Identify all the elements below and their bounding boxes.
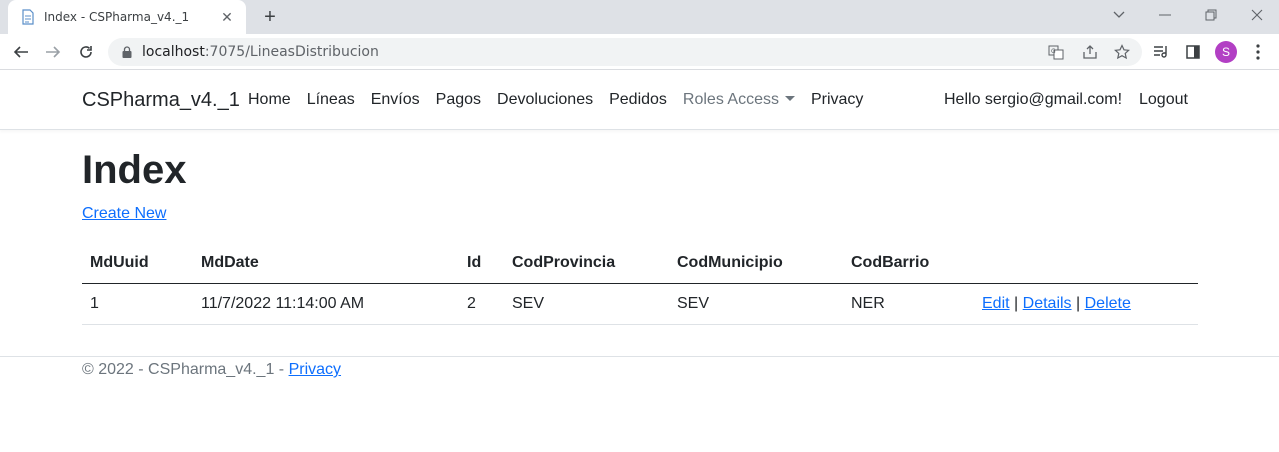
nav-roles-access-dropdown[interactable]: Roles Access xyxy=(683,91,795,109)
new-tab-icon[interactable]: + xyxy=(258,6,282,28)
nav-home[interactable]: Home xyxy=(248,91,291,109)
column-header-codprovincia: CodProvincia xyxy=(504,242,669,284)
svg-text:G: G xyxy=(1051,48,1056,55)
logout-button[interactable]: Logout xyxy=(1139,91,1188,109)
browser-toolbar: localhost:7075/LineasDistribucion G S xyxy=(0,34,1279,70)
close-tab-icon[interactable]: ✕ xyxy=(218,8,236,26)
cell-codbarrio: NER xyxy=(843,283,974,325)
tab-title: Index - CSPharma_v4._1 xyxy=(44,10,190,24)
address-bar[interactable]: localhost:7075/LineasDistribucion G xyxy=(108,38,1142,66)
nav-lineas[interactable]: Líneas xyxy=(307,91,355,109)
nav-privacy[interactable]: Privacy xyxy=(811,91,863,109)
column-header-mduuid: MdUuid xyxy=(82,242,193,284)
action-separator: | xyxy=(1076,294,1081,312)
page-title: Index xyxy=(82,148,187,192)
url-path: :7075/LineasDistribucion xyxy=(204,44,379,60)
nav-pedidos[interactable]: Pedidos xyxy=(609,91,667,109)
brand-link[interactable]: CSPharma_v4._1 xyxy=(82,89,240,112)
column-header-id: Id xyxy=(459,242,504,284)
nav-envios[interactable]: Envíos xyxy=(371,91,420,109)
footer-text: © 2022 - CSPharma_v4._1 - Privacy xyxy=(82,361,341,379)
side-panel-icon[interactable] xyxy=(1181,40,1205,64)
minimize-icon[interactable] xyxy=(1153,4,1177,26)
back-arrow-icon[interactable] xyxy=(9,40,33,64)
url-host: localhost xyxy=(142,44,205,60)
column-header-mddate: MdDate xyxy=(193,242,459,284)
user-greeting-link[interactable]: Hello sergio@gmail.com! xyxy=(944,91,1122,109)
cell-mddate: 11/7/2022 11:14:00 AM xyxy=(193,283,459,325)
more-menu-icon[interactable] xyxy=(1246,40,1270,64)
column-header-actions xyxy=(974,242,1198,284)
cell-mduuid: 1 xyxy=(82,283,193,325)
nav-pagos[interactable]: Pagos xyxy=(436,91,481,109)
caret-down-icon xyxy=(784,95,795,101)
edit-link[interactable]: Edit xyxy=(982,295,1010,312)
nav-devoluciones[interactable]: Devoluciones xyxy=(497,91,593,109)
site-footer: © 2022 - CSPharma_v4._1 - Privacy xyxy=(0,356,1279,396)
bookmark-star-icon[interactable] xyxy=(1111,42,1133,62)
column-header-codbarrio: CodBarrio xyxy=(843,242,974,284)
tab-strip: Index - CSPharma_v4._1 ✕ + xyxy=(0,0,1279,34)
lineas-table: MdUuid MdDate Id CodProvincia CodMunicip… xyxy=(82,242,1198,325)
lock-icon[interactable] xyxy=(120,45,134,59)
details-link[interactable]: Details xyxy=(1023,295,1072,312)
tab-search-chevron-icon[interactable] xyxy=(1107,4,1131,26)
profile-avatar[interactable]: S xyxy=(1215,41,1237,63)
action-separator: | xyxy=(1014,294,1019,312)
cell-actions: Edit | Details | Delete xyxy=(974,283,1198,325)
page-favicon-icon xyxy=(20,9,36,25)
table-header-row: MdUuid MdDate Id CodProvincia CodMunicip… xyxy=(82,242,1198,284)
browser-tab[interactable]: Index - CSPharma_v4._1 ✕ xyxy=(8,0,246,34)
url-text: localhost:7075/LineasDistribucion xyxy=(142,44,379,60)
reload-icon[interactable] xyxy=(74,40,98,64)
forward-arrow-icon[interactable] xyxy=(41,40,65,64)
cell-id: 2 xyxy=(459,283,504,325)
translate-icon[interactable]: G xyxy=(1045,42,1067,62)
column-header-codmunicipio: CodMunicipio xyxy=(669,242,843,284)
create-new-link[interactable]: Create New xyxy=(82,205,166,223)
delete-link[interactable]: Delete xyxy=(1085,295,1131,312)
share-icon[interactable] xyxy=(1079,42,1101,62)
close-window-icon[interactable] xyxy=(1245,4,1269,26)
footer-privacy-link[interactable]: Privacy xyxy=(289,361,341,378)
footer-copyright: © 2022 - CSPharma_v4._1 - xyxy=(82,361,289,378)
roles-access-label: Roles Access xyxy=(682,91,779,108)
restore-icon[interactable] xyxy=(1199,4,1223,26)
table-row: 1 11/7/2022 11:14:00 AM 2 SEV SEV NER Ed… xyxy=(82,283,1198,325)
reading-list-icon[interactable] xyxy=(1149,40,1173,64)
site-navbar: CSPharma_v4._1 Home Líneas Envíos Pagos … xyxy=(0,71,1279,130)
nav-links: Home Líneas Envíos Pagos Devoluciones Pe… xyxy=(248,91,879,109)
cell-codprovincia: SEV xyxy=(504,283,669,325)
cell-codmunicipio: SEV xyxy=(669,283,843,325)
